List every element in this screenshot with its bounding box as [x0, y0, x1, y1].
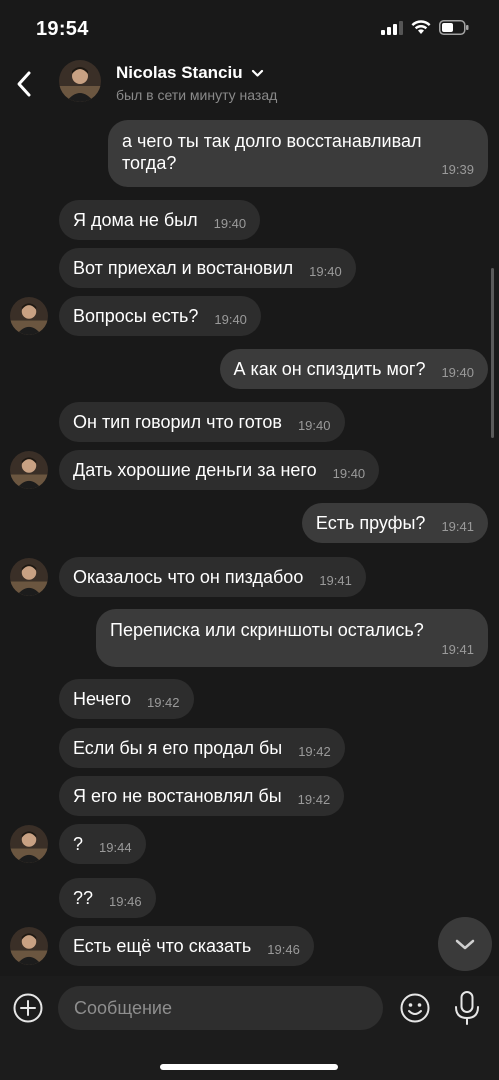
message-text: Вопросы есть? — [73, 306, 199, 326]
contact-status: был в сети минуту назад — [116, 87, 278, 103]
message-time: 19:41 — [319, 573, 352, 588]
message-time: 19:40 — [441, 365, 474, 380]
message-bubble[interactable]: Дать хорошие деньги за него 19:40 — [59, 450, 380, 490]
scroll-to-bottom-button[interactable] — [438, 917, 492, 971]
message-time: 19:39 — [441, 162, 474, 177]
sender-avatar[interactable] — [10, 451, 48, 489]
status-bar: 19:54 — [0, 0, 499, 56]
message-text: Переписка или скриншоты остались? — [110, 620, 424, 640]
chevron-left-icon — [17, 71, 31, 97]
message-bubble[interactable]: Он тип говорил что готов 19:40 — [59, 402, 345, 442]
message-time: 19:42 — [298, 744, 331, 759]
message-text: Есть ещё что сказать — [73, 936, 252, 956]
message-bubble[interactable]: ? 19:44 — [59, 824, 146, 864]
message-time: 19:40 — [214, 312, 247, 327]
message-text: Вот приехал и востановил — [73, 258, 294, 278]
message-text: а чего ты так долго восстанавливал тогда… — [122, 131, 422, 173]
contact-name-text: Nicolas Stanciu — [116, 63, 243, 82]
message-time: 19:40 — [309, 264, 342, 279]
message-bubble[interactable]: Вопросы есть? 19:40 — [59, 296, 261, 336]
message-time: 19:41 — [441, 642, 474, 657]
message-text: А как он спиздить мог? — [233, 359, 426, 379]
message-time: 19:41 — [441, 519, 474, 534]
message-time: 19:46 — [109, 894, 142, 909]
plus-circle-icon[interactable] — [12, 992, 44, 1024]
cellular-signal-icon — [381, 20, 403, 35]
microphone-icon[interactable] — [452, 990, 482, 1026]
message-text: Он тип говорил что готов — [73, 412, 282, 432]
chevron-down-icon[interactable] — [251, 69, 264, 78]
contact-avatar[interactable] — [59, 60, 101, 102]
sender-avatar[interactable] — [10, 825, 48, 863]
message-bubble[interactable]: Нечего 19:42 — [59, 679, 194, 719]
message-bubble[interactable]: а чего ты так долго восстанавливал тогда… — [108, 120, 488, 187]
message-bubble[interactable]: Если бы я его продал бы 19:42 — [59, 728, 345, 768]
sender-avatar[interactable] — [10, 927, 48, 965]
message-time: 19:40 — [332, 466, 366, 481]
status-icons — [381, 20, 469, 35]
message-input[interactable] — [58, 986, 383, 1030]
sender-avatar[interactable] — [10, 297, 48, 335]
message-time: 19:44 — [99, 840, 132, 855]
message-text: Оказалось что он пиздабоо — [73, 567, 304, 587]
message-bubble[interactable]: ?? 19:46 — [59, 878, 156, 918]
message-time: 19:42 — [146, 695, 180, 710]
home-indicator — [160, 1064, 338, 1070]
message-bubble[interactable]: Переписка или скриншоты остались? 19:41 — [96, 609, 488, 667]
back-button[interactable] — [10, 66, 38, 102]
message-bubble[interactable]: А как он спиздить мог? 19:40 — [219, 349, 488, 389]
message-bubble[interactable]: Есть ещё что сказать 19:46 — [59, 926, 314, 966]
message-time: 19:40 — [297, 418, 331, 433]
message-time: 19:42 — [297, 792, 331, 807]
smiley-icon[interactable] — [399, 992, 431, 1024]
contact-name[interactable]: Nicolas Stanciu — [116, 63, 264, 83]
status-time: 19:54 — [36, 18, 89, 40]
message-text: Нечего — [73, 689, 131, 709]
message-bubble[interactable]: Я дома не был 19:40 — [59, 200, 261, 240]
scroll-indicator[interactable] — [491, 268, 494, 438]
chat-header: Nicolas Stanciu был в сети минуту назад — [0, 56, 499, 112]
message-bubble[interactable]: Есть пруфы? 19:41 — [301, 503, 488, 543]
message-text: Дать хорошие деньги за него — [73, 460, 317, 480]
message-text: Я его не востановлял бы — [73, 786, 282, 806]
message-time: 19:46 — [267, 942, 300, 957]
message-time: 19:40 — [213, 216, 247, 231]
chevron-down-icon — [455, 939, 475, 949]
message-bubble[interactable]: Вот приехал и востановил 19:40 — [59, 248, 356, 288]
composer-bar — [0, 976, 499, 1080]
message-text: ? — [73, 834, 84, 854]
message-text: Есть пруфы? — [315, 513, 426, 533]
message-text: ?? — [73, 888, 94, 908]
message-text: Если бы я его продал бы — [73, 738, 283, 758]
sender-avatar[interactable] — [10, 558, 48, 596]
message-bubble[interactable]: Я его не востановлял бы 19:42 — [59, 776, 345, 816]
message-bubble[interactable]: Оказалось что он пиздабоо 19:41 — [59, 557, 366, 597]
message-text: Я дома не был — [73, 210, 198, 230]
wifi-icon — [411, 20, 431, 34]
battery-icon — [439, 20, 469, 35]
